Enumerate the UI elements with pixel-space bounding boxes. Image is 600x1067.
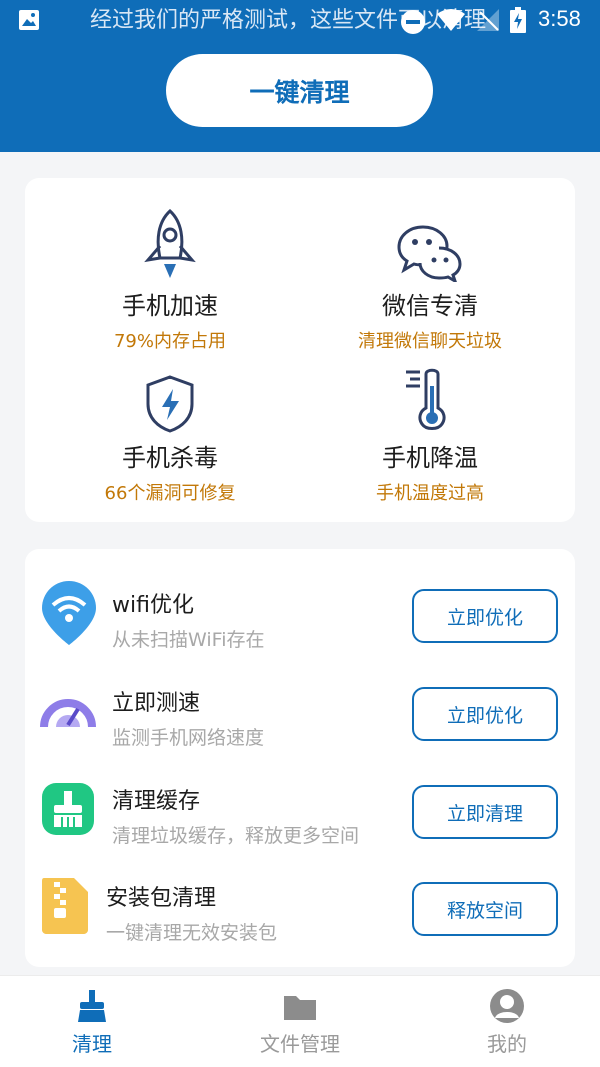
- wechat-icon: [397, 225, 462, 282]
- feature-subtitle: 66个漏洞可修复: [104, 483, 236, 504]
- list-item-cache: 清理缓存 清理垃圾缓存，释放更多空间 立即清理: [25, 777, 575, 872]
- bottom-nav: 清理 文件管理 我的: [0, 975, 600, 1067]
- shield-icon: [146, 375, 194, 433]
- user-icon: [490, 989, 524, 1023]
- feature-phone-boost[interactable]: 手机加速 79%内存占用: [45, 208, 295, 353]
- feature-subtitle: 79%内存占用: [113, 331, 226, 352]
- tool-title: 清理缓存: [112, 789, 201, 814]
- signal-icon: [477, 9, 499, 31]
- dnd-icon: [401, 10, 425, 34]
- clean-cache-button[interactable]: 立即清理: [412, 785, 558, 839]
- speedometer-icon: [40, 699, 96, 728]
- wifi-icon: [437, 9, 465, 31]
- status-time: 3:58: [538, 6, 581, 31]
- tool-title: 立即测速: [112, 691, 201, 716]
- list-item-wifi: wifi优化 从未扫描WiFi存在 立即优化: [25, 581, 575, 676]
- tab-label: 清理: [72, 1032, 112, 1056]
- tool-title: 安装包清理: [106, 886, 217, 911]
- speedtest-optimize-button[interactable]: 立即优化: [412, 687, 558, 741]
- rocket-icon: [144, 208, 196, 278]
- broom-icon: [42, 783, 94, 835]
- folder-icon: [284, 996, 316, 1020]
- tab-file-manager[interactable]: 文件管理: [200, 976, 400, 1067]
- tool-title: wifi优化: [112, 593, 194, 618]
- feature-antivirus[interactable]: 手机杀毒 66个漏洞可修复: [45, 374, 295, 505]
- list-item-speedtest: 立即测速 监测手机网络速度 立即优化: [25, 679, 575, 774]
- zip-file-icon: [42, 878, 88, 934]
- tab-label: 文件管理: [260, 1032, 340, 1056]
- tool-subtitle: 监测手机网络速度: [112, 727, 265, 749]
- feature-title: 手机杀毒: [122, 444, 218, 472]
- feature-title: 微信专清: [382, 292, 478, 320]
- feature-grid-card: 手机加速 79%内存占用 微信专清 清理微信聊天垃圾 手机杀毒 66个漏洞可修复: [25, 178, 575, 522]
- optimize-wifi-button[interactable]: 立即优化: [412, 589, 558, 643]
- feature-subtitle: 手机温度过高: [376, 483, 484, 504]
- tools-list-card: wifi优化 从未扫描WiFi存在 立即优化 立即测速 监测手机网络速度 立即优…: [25, 549, 575, 967]
- broom-tab-icon: [78, 990, 106, 1022]
- image-icon: [19, 10, 39, 30]
- tool-subtitle: 清理垃圾缓存，释放更多空间: [112, 825, 360, 847]
- tab-label: 我的: [487, 1032, 527, 1056]
- tab-profile[interactable]: 我的: [407, 976, 600, 1067]
- thermometer-icon: [406, 368, 446, 430]
- one-click-clean-button[interactable]: 一键清理: [166, 54, 433, 127]
- header: 经过我们的严格测试，这些文件可以清理 3:58 一键清理: [0, 0, 600, 152]
- tab-clean[interactable]: 清理: [0, 976, 192, 1067]
- wifi-pin-icon: [42, 581, 96, 645]
- list-item-apk: 安装包清理 一键清理无效安装包 释放空间: [25, 874, 575, 969]
- feature-cooling[interactable]: 手机降温 手机温度过高: [305, 366, 555, 505]
- tool-subtitle: 从未扫描WiFi存在: [112, 629, 265, 651]
- free-space-button[interactable]: 释放空间: [412, 882, 558, 936]
- tool-subtitle: 一键清理无效安装包: [106, 922, 278, 944]
- feature-title: 手机降温: [382, 444, 478, 472]
- feature-subtitle: 清理微信聊天垃圾: [358, 331, 502, 352]
- battery-icon: [510, 7, 526, 33]
- feature-wechat-clean[interactable]: 微信专清 清理微信聊天垃圾: [305, 224, 555, 353]
- feature-title: 手机加速: [122, 292, 218, 320]
- status-bar: 经过我们的严格测试，这些文件可以清理 3:58: [0, 0, 600, 40]
